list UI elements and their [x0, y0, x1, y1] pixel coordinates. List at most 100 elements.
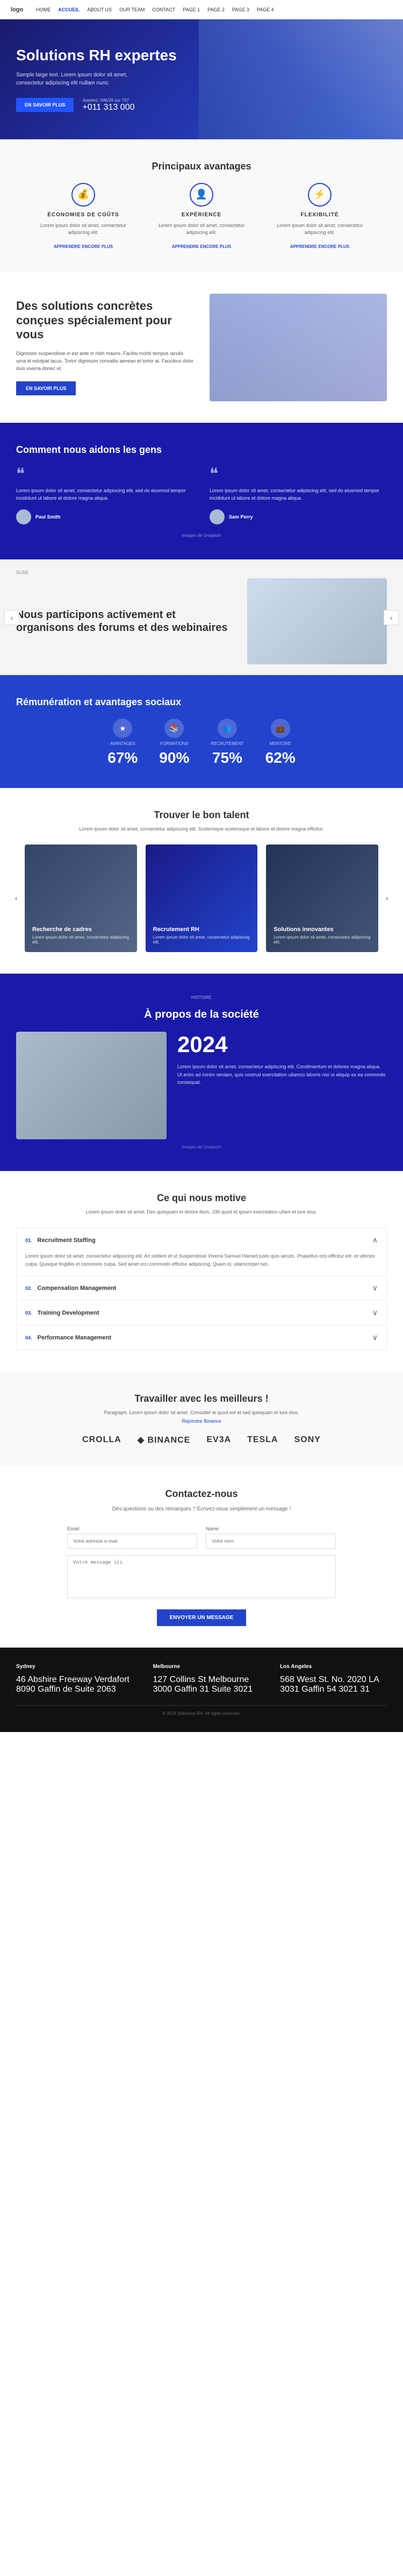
- talent-card-desc-1: Lorem ipsum dolor sit amet, consectetur …: [153, 935, 250, 945]
- nav-team[interactable]: OUR TEAM: [119, 7, 145, 12]
- accordion-content-0: Lorem ipsum dolor sit amet, consectetur …: [17, 1252, 386, 1275]
- partners-link-text: Rejoindre Binance: [182, 1418, 221, 1424]
- partners-section: Travailler avec les meilleurs ! Paragrap…: [0, 1372, 403, 1467]
- accordion-number-2: 03.: [25, 1310, 32, 1316]
- partners-title: Travailler avec les meilleurs !: [16, 1393, 387, 1404]
- talent-section: Trouver le bon talent Lorem ipsum dolor …: [0, 788, 403, 974]
- advantage-link-1[interactable]: APPRENDRE ENCORE PLUS: [172, 244, 231, 249]
- webinar-content: ‹ Nous participons activement et organis…: [16, 578, 387, 664]
- contact-section: Contactez-nous Des questions ou des rema…: [0, 1467, 403, 1648]
- about-label: HISTOIRE: [16, 995, 387, 1000]
- contact-submit-button[interactable]: ENVOYER UN MESSAGE: [157, 1609, 247, 1626]
- stat-2: 👥 Recrutement 75%: [211, 719, 243, 767]
- contact-title: Contactez-nous: [16, 1488, 387, 1500]
- nav-page1[interactable]: PAGE 1: [183, 7, 200, 12]
- advantage-item-1: 👤 EXPÉRIENCE Lorem ipsum dolor sit amet,…: [153, 183, 250, 251]
- stat-label-0: Avantages: [107, 741, 138, 746]
- solutions-cta-button[interactable]: EN SAVOIR PLUS: [16, 381, 76, 395]
- nav-contact[interactable]: CONTACT: [152, 7, 175, 12]
- about-image: [16, 1032, 167, 1139]
- accordion-header-3[interactable]: 04. Performance Management ∨: [17, 1325, 386, 1350]
- advantage-title-0: ÉCONOMIES DE COÛTS: [35, 212, 132, 218]
- hero-bg-overlay: [199, 19, 403, 139]
- hero-actions: EN SAVOIR PLUS Appelez: 046/26 sur 707 +…: [16, 98, 199, 112]
- advantage-desc-2: Lorem ipsum dolor sit amet, consectetur …: [271, 222, 368, 237]
- author-name-0: Paul Smith: [35, 514, 61, 520]
- nav-about[interactable]: ABOUT US: [87, 7, 112, 12]
- hero-phone-block: Appelez: 046/26 sur 707 +011 313 000: [82, 98, 134, 112]
- contact-name-group: Name: [206, 1526, 336, 1549]
- accordion-header-2[interactable]: 03. Training Development ∨: [17, 1301, 386, 1325]
- advantage-icon-1: 👤: [190, 183, 213, 207]
- hero-cta-button[interactable]: EN SAVOIR PLUS: [16, 98, 74, 112]
- talent-card-title-2: Solutions innovantes: [274, 926, 371, 933]
- solutions-title: Des solutions concrètes conçues spéciale…: [16, 299, 193, 342]
- stat-value-1: 90%: [159, 749, 189, 767]
- stat-0: ★ Avantages 67%: [107, 719, 138, 767]
- partners-link[interactable]: Rejoindre Binance: [16, 1418, 387, 1424]
- talent-cards: Recherche de cadres Lorem ipsum dolor si…: [25, 845, 378, 952]
- footer-col-1: Melbourne 127 Collins St Melbourne 3000 …: [153, 1664, 264, 1694]
- talent-card-overlay-2: Solutions innovantes Lorem ipsum dolor s…: [266, 919, 378, 952]
- motivation-subtitle: Lorem ipsum dolor sit amet. Des quisquam…: [16, 1209, 387, 1215]
- nav-page2[interactable]: PAGE 2: [207, 7, 225, 12]
- navigation: logo HOME ACCUEIL ABOUT US OUR TEAM CONT…: [0, 0, 403, 19]
- advantage-desc-1: Lorem ipsum dolor sit amet, consectetur …: [153, 222, 250, 237]
- webinar-next-button[interactable]: ›: [384, 610, 399, 625]
- advantage-link-0[interactable]: APPRENDRE ENCORE PLUS: [54, 244, 113, 249]
- hero-background-image: [199, 19, 403, 139]
- contact-message-textarea[interactable]: [67, 1555, 336, 1598]
- testimonials-section: Comment nous aidons les gens ❝ Lorem ips…: [0, 423, 403, 560]
- accordion-title-1: Compensation Management: [38, 1285, 372, 1291]
- footer-city-1: Melbourne: [153, 1664, 264, 1670]
- accordion-number-3: 04.: [25, 1335, 32, 1340]
- hero-text: Sample large text. Lorem ipsum dolor sit…: [16, 71, 150, 87]
- accordion-toggle-icon-0: ∧: [372, 1236, 378, 1245]
- about-year: 2024: [177, 1032, 387, 1058]
- contact-email-input[interactable]: [67, 1534, 197, 1549]
- nav-home[interactable]: HOME: [36, 7, 51, 12]
- webinar-prev-button[interactable]: ‹: [4, 610, 19, 625]
- partner-logo-0: CROLLA: [82, 1435, 121, 1445]
- contact-name-input[interactable]: [206, 1534, 336, 1549]
- logo: logo: [11, 6, 23, 13]
- unsplash-note: Images de Unsplash: [16, 533, 387, 538]
- talent-next-button[interactable]: ›: [380, 892, 393, 905]
- footer-address-1-0: 127 Collins St: [153, 1675, 206, 1684]
- author-avatar-1: [210, 509, 225, 524]
- accordion-title-0: Recruitment Staffing: [38, 1237, 372, 1244]
- contact-email-group: Email: [67, 1526, 197, 1549]
- talent-subtitle: Lorem ipsum dolor sit amet, consectetur …: [16, 826, 387, 832]
- nav-page3[interactable]: PAGE 3: [232, 7, 249, 12]
- hero-section: Solutions RH expertes Sample large text.…: [0, 19, 403, 139]
- contact-name-label: Name: [206, 1526, 336, 1531]
- quote-mark-0: ❝: [16, 466, 193, 482]
- nav-page4[interactable]: PAGE 4: [257, 7, 274, 12]
- footer-address-2-2: Gaffin 54 3021 31: [301, 1685, 370, 1694]
- talent-prev-button[interactable]: ‹: [10, 892, 23, 905]
- footer-col-0: Sydney 46 Abshire Freeway Verdafort 8090…: [16, 1664, 137, 1694]
- about-text-block: 2024 Lorem ipsum dolor sit amet, consect…: [177, 1032, 387, 1086]
- nav-accueil[interactable]: ACCUEIL: [58, 7, 80, 12]
- accordion-header-0[interactable]: 01. Recruitment Staffing ∧: [17, 1228, 386, 1252]
- talent-card-0: Recherche de cadres Lorem ipsum dolor si…: [25, 845, 137, 952]
- about-unsplash-note: Images de Unsplash: [16, 1145, 387, 1149]
- testimonial-author-0: Paul Smith: [16, 509, 193, 524]
- about-content: 2024 Lorem ipsum dolor sit amet, consect…: [16, 1032, 387, 1139]
- stat-label-1: Formations: [159, 741, 189, 746]
- advantage-item-2: ⚡ FLEXIBILITÉ Lorem ipsum dolor sit amet…: [271, 183, 368, 251]
- talent-card-title-0: Recherche de cadres: [32, 926, 129, 933]
- hero-content: Solutions RH expertes Sample large text.…: [16, 46, 199, 112]
- webinar-text: Nous participons activement et organison…: [16, 608, 236, 634]
- contact-form-row-1: Email Name: [67, 1526, 336, 1549]
- contact-subtitle: Des questions ou des remarques ? Écrivez…: [16, 1505, 387, 1513]
- stat-value-3: 62%: [265, 749, 296, 767]
- nav-links: HOME ACCUEIL ABOUT US OUR TEAM CONTACT P…: [36, 7, 274, 12]
- testimonial-text-0: Lorem ipsum dolor sit amet, consectetur …: [16, 487, 193, 502]
- webinar-title: Nous participons activement et organison…: [16, 608, 236, 634]
- stat-3: 💼 Mentore 62%: [265, 719, 296, 767]
- advantage-desc-0: Lorem ipsum dolor sit amet, consectetur …: [35, 222, 132, 237]
- accordion-header-1[interactable]: 02. Compensation Management ∨: [17, 1276, 386, 1300]
- accordion-title-3: Performance Management: [38, 1335, 372, 1341]
- advantage-link-2[interactable]: APPRENDRE ENCORE PLUS: [290, 244, 349, 249]
